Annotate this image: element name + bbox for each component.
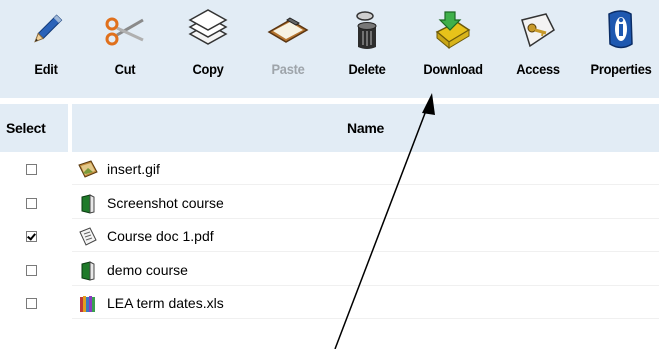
pencil-icon (34, 14, 63, 43)
table-row: demo course (0, 256, 659, 286)
file-name-link[interactable]: insert.gif (107, 161, 160, 177)
table-header: Select Name (0, 104, 659, 152)
name-column-header[interactable]: Name (72, 104, 659, 152)
row-checkbox[interactable] (26, 298, 37, 309)
table-row: Course doc 1.pdf (0, 222, 659, 252)
download-button[interactable]: Download (418, 0, 488, 98)
spreadsheet-books-icon (80, 296, 95, 312)
properties-label: Properties (590, 61, 652, 77)
document-icon (79, 227, 97, 246)
toolbar: Edit Cut Copy Paste Delete Download Acce… (0, 0, 659, 98)
copy-button[interactable]: Copy (173, 0, 243, 98)
row-checkbox[interactable] (26, 164, 37, 175)
row-checkbox[interactable] (26, 231, 37, 242)
copy-label: Copy (192, 61, 224, 77)
delete-label: Delete (348, 61, 386, 77)
scissors-icon (105, 17, 144, 46)
file-name-link[interactable]: Course doc 1.pdf (107, 228, 214, 244)
clipboard-icon (267, 17, 309, 43)
download-folder-icon (435, 11, 471, 50)
access-button[interactable]: Access (503, 0, 573, 98)
copy-icon (188, 9, 228, 45)
access-label: Access (516, 61, 560, 77)
info-icon (608, 10, 633, 49)
trash-can-icon (356, 11, 377, 49)
delete-button[interactable]: Delete (332, 0, 402, 98)
select-column-header[interactable]: Select (0, 104, 68, 152)
row-checkbox[interactable] (26, 198, 37, 209)
row-checkbox[interactable] (26, 265, 37, 276)
file-name-link[interactable]: demo course (107, 262, 188, 278)
file-name-link[interactable]: LEA term dates.xls (107, 295, 224, 311)
image-file-icon (78, 160, 98, 178)
cut-button[interactable]: Cut (90, 0, 160, 98)
course-book-icon (81, 261, 95, 281)
file-name-link[interactable]: Screenshot course (107, 195, 224, 211)
cut-label: Cut (114, 61, 136, 77)
download-label: Download (423, 61, 483, 77)
edit-label: Edit (34, 61, 58, 77)
edit-button[interactable]: Edit (11, 0, 81, 98)
course-book-icon (81, 194, 95, 214)
properties-button[interactable]: Properties (586, 0, 656, 98)
paste-button[interactable]: Paste (253, 0, 323, 98)
table-row: LEA term dates.xls (0, 289, 659, 319)
table-row: insert.gif (0, 155, 659, 185)
paste-label: Paste (271, 61, 305, 77)
key-icon (521, 13, 555, 48)
table-row: Screenshot course (0, 189, 659, 219)
